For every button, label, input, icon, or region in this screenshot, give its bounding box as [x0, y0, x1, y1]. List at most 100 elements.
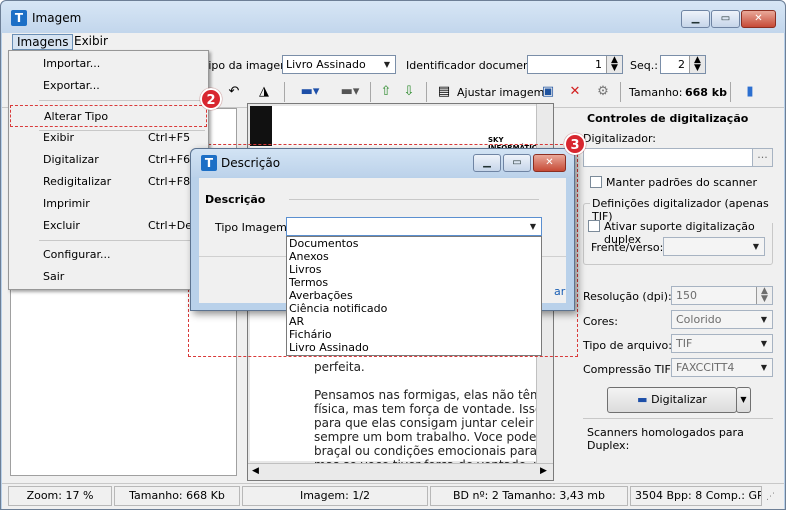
option-documentos[interactable]: Documentos: [287, 237, 541, 250]
tipo-imagem-label: Tipo da imagem:: [202, 59, 295, 72]
digitalizador-field[interactable]: ···: [583, 148, 773, 167]
menu-item-sair[interactable]: Sair: [10, 266, 207, 288]
option-ar[interactable]: AR: [287, 315, 541, 328]
rotate-left-icon[interactable]: ↶: [224, 82, 244, 102]
menu-item-excluir[interactable]: Excluir Ctrl+Del: [10, 215, 207, 237]
gear-icon[interactable]: ⚙: [593, 82, 613, 102]
menu-item-redigitalizar[interactable]: Redigitalizar Ctrl+F8: [10, 171, 207, 193]
manter-padroes-checkbox[interactable]: [590, 176, 602, 188]
tipo-arquivo-label: Tipo de arquivo:: [583, 339, 672, 352]
frente-verso-select[interactable]: ▼: [663, 237, 765, 256]
dialog-close-button[interactable]: ✕: [533, 154, 566, 172]
scroll-right-icon[interactable]: ▶: [540, 466, 547, 476]
tipo-imagem-select[interactable]: Livro Assinado ▼: [282, 55, 396, 74]
compressao-value: FAXCCITT4: [676, 361, 735, 374]
close-button[interactable]: ✕: [741, 10, 776, 28]
menu-item-label: Imprimir: [43, 197, 90, 210]
spinner-icon[interactable]: ▲ ▼: [606, 56, 622, 73]
save-icon[interactable]: ▣: [538, 82, 558, 102]
title-bar[interactable]: T Imagem ▁ ▭ ✕: [1, 1, 785, 33]
digitalizar-dropdown-button[interactable]: ▼: [736, 387, 751, 413]
option-anexos[interactable]: Anexos: [287, 250, 541, 263]
toolbar-separator: [620, 82, 621, 102]
status-zoom: Zoom: 17 %: [8, 486, 112, 506]
toolbar-separator: [370, 82, 371, 102]
chevron-down-icon: ▼: [760, 363, 768, 372]
chevron-down-icon: ▼: [760, 339, 768, 348]
flip-icon[interactable]: ◮: [254, 82, 274, 102]
option-livro-assinado[interactable]: Livro Assinado: [287, 341, 541, 354]
status-bd: BD nº: 2 Tamanho: 3,43 mb: [430, 486, 628, 506]
delete-icon[interactable]: ✕: [565, 82, 585, 102]
resolucao-value: 150: [676, 289, 697, 302]
scroll-left-icon[interactable]: ◀: [252, 466, 259, 476]
chevron-down-icon: ▼: [529, 222, 537, 231]
menu-item-shortcut: Ctrl+Del: [148, 219, 196, 232]
group-divider: [289, 199, 539, 200]
menu-separator: [39, 240, 205, 241]
partial-link-text[interactable]: ar: [554, 285, 565, 298]
menu-item-imprimir[interactable]: Imprimir: [10, 193, 207, 215]
page-down-icon[interactable]: ⇩: [399, 82, 419, 102]
descricao-group-title: Descrição: [205, 193, 266, 206]
ajustar-imagem-button[interactable]: Ajustar imagem: [457, 86, 544, 99]
app-logo-icon: T: [201, 155, 217, 171]
maximize-icon: ▭: [720, 13, 731, 24]
menu-item-label: Configurar...: [43, 248, 111, 261]
identificador-input[interactable]: 1 ▲ ▼: [527, 55, 623, 74]
dialog-minimize-button[interactable]: ▁: [473, 154, 501, 172]
resolucao-label: Resolução (dpi):: [583, 290, 672, 303]
resize-grip-icon[interactable]: ⋰: [766, 492, 775, 502]
tipo-imagem-dialog-select[interactable]: ▼: [286, 217, 542, 236]
minimize-icon: ▁: [691, 13, 700, 24]
exit-icon[interactable]: ▮: [740, 82, 760, 102]
printer-icon[interactable]: ▬▾: [336, 82, 364, 102]
option-fichario[interactable]: Fichário: [287, 328, 541, 341]
menu-imagens[interactable]: Imagens: [12, 34, 74, 50]
seq-value: 2: [678, 58, 685, 71]
option-termos[interactable]: Termos: [287, 276, 541, 289]
document-text: perfeita. Pensamos nas formigas, elas nã…: [314, 360, 553, 472]
menu-item-label: Importar...: [43, 57, 101, 70]
digitalizar-button[interactable]: ▬ Digitalizar: [607, 387, 737, 413]
browse-button[interactable]: ···: [752, 149, 772, 166]
seq-input[interactable]: 2 ▲ ▼: [660, 55, 706, 74]
status-tamanho: Tamanho: 668 Kb: [114, 486, 240, 506]
toolbar-separator: [426, 82, 427, 102]
minimize-button[interactable]: ▁: [681, 10, 710, 28]
menu-item-digitalizar[interactable]: Digitalizar Ctrl+F6: [10, 149, 207, 171]
menu-item-configurar[interactable]: Configurar...: [10, 244, 207, 266]
spinner-icon[interactable]: ▲ ▼: [756, 287, 772, 304]
adjust-image-icon: ▤: [437, 84, 451, 99]
option-averbacoes[interactable]: Averbações: [287, 289, 541, 302]
tipo-arquivo-value: TIF: [676, 337, 693, 350]
step-badge-2: 2: [200, 88, 222, 110]
scan-controls-title: Controles de digitalização: [587, 112, 749, 125]
option-ciencia-notificado[interactable]: Ciência notificado: [287, 302, 541, 315]
scanner-icon[interactable]: ▬▾: [296, 82, 324, 102]
menu-separator: [39, 100, 205, 101]
tipo-arquivo-select[interactable]: TIF ▼: [671, 334, 773, 353]
duplex-checkbox[interactable]: [588, 220, 600, 232]
compressao-select[interactable]: FAXCCITT4 ▼: [671, 358, 773, 377]
spinner-icon[interactable]: ▲ ▼: [689, 56, 705, 73]
menu-item-exportar[interactable]: Exportar...: [10, 75, 207, 97]
menu-item-importar[interactable]: Importar...: [10, 53, 207, 75]
maximize-button[interactable]: ▭: [711, 10, 740, 28]
menu-item-label: Exportar...: [43, 79, 100, 92]
close-icon: ✕: [545, 157, 554, 168]
resolucao-input[interactable]: 150 ▲ ▼: [671, 286, 773, 305]
maximize-icon: ▭: [512, 157, 522, 168]
cores-select[interactable]: Colorido ▼: [671, 310, 773, 329]
identificador-value: 1: [595, 58, 602, 71]
option-livros[interactable]: Livros: [287, 263, 541, 276]
menu-item-exibir[interactable]: Exibir Ctrl+F5: [10, 127, 207, 149]
dialog-maximize-button[interactable]: ▭: [503, 154, 531, 172]
tamanho-value: 668 kb: [685, 86, 727, 99]
cores-value: Colorido: [676, 313, 722, 326]
menu-exibir[interactable]: Exibir: [70, 34, 112, 50]
dialog-title-bar[interactable]: T Descrição ▁ ▭ ✕: [191, 149, 574, 177]
menu-item-alterar-tipo[interactable]: Alterar Tipo: [10, 105, 207, 127]
horizontal-scrollbar[interactable]: ◀ ▶: [248, 463, 553, 480]
page-up-icon[interactable]: ⇧: [376, 82, 396, 102]
